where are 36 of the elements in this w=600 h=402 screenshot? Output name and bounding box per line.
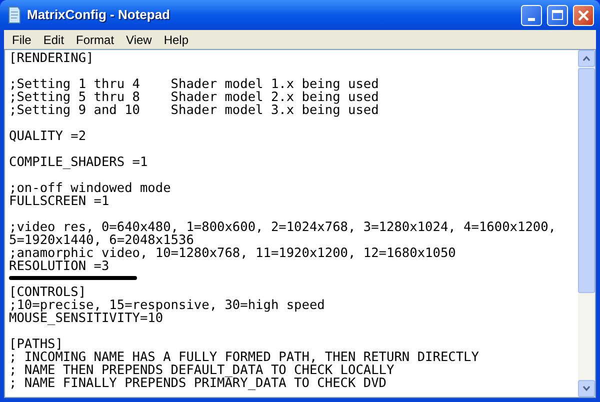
text-line: ;Setting 1 thru 4 Shader model 1.x being used <box>9 77 379 92</box>
window-title: MatrixConfig - Notepad <box>27 6 171 24</box>
close-icon <box>578 10 589 20</box>
text-line: FULLSCREEN =1 <box>9 194 110 209</box>
menu-item[interactable]: Format <box>70 30 120 48</box>
text-line: COMPILE_SHADERS =1 <box>9 155 148 170</box>
close-button[interactable] <box>573 4 594 26</box>
scroll-thumb[interactable] <box>578 68 595 293</box>
text-line: ;Setting 9 and 10 Shader model 3.x being used <box>9 103 379 118</box>
text-line: MOUSE_SENSITIVITY=10 <box>9 311 164 326</box>
text-line: [RENDERING] <box>9 51 94 66</box>
text-line: RESOLUTION =3 <box>9 259 110 274</box>
minimize-button[interactable] <box>521 4 542 26</box>
text-line: ; NAME FINALLY PREPENDS PRIMARY_DATA TO CHECK DVD <box>9 376 387 391</box>
text-line: [PATHS] <box>9 337 63 352</box>
text-line: 5=1920x1440, 6=2048x1536 <box>9 233 194 248</box>
text-line: ;10=precise, 15=responsive, 30=high speed <box>9 298 325 313</box>
notepad-icon <box>6 6 22 24</box>
text-line: ;video res, 0=640x480, 1=800x600, 2=1024x768, 3=1280x1024, 4=1600x1200, <box>9 220 556 235</box>
text-line: ; INCOMING NAME HAS A FULLY FORMED PATH, THEN RETURN DIRECTLY <box>9 350 479 365</box>
scroll-up-button[interactable] <box>578 50 595 67</box>
text-line: ; NAME THEN PREPENDS DEFAULT_DATA TO CHECK LOCALLY <box>9 363 394 378</box>
minimize-icon <box>528 18 535 20</box>
text-line: [CONTROLS] <box>9 285 86 300</box>
menu-item[interactable]: File <box>6 30 38 48</box>
text-line: ;Setting 5 thru 8 Shader model 2.x being used <box>9 90 379 105</box>
maximize-button[interactable] <box>547 4 568 26</box>
text-line: ;on-off windowed mode <box>9 181 171 196</box>
menu-item[interactable]: Help <box>158 30 195 48</box>
scroll-down-button[interactable] <box>578 380 595 397</box>
menu-item[interactable]: Edit <box>37 30 70 48</box>
maximize-icon <box>552 10 563 20</box>
scrollbar[interactable] <box>578 50 595 397</box>
menu-item[interactable]: View <box>120 30 158 48</box>
text-line: QUALITY =2 <box>9 129 86 144</box>
text-line: ;anamorphic video, 10=1280x768, 11=1920x1200, 12=1680x1050 <box>9 246 456 261</box>
